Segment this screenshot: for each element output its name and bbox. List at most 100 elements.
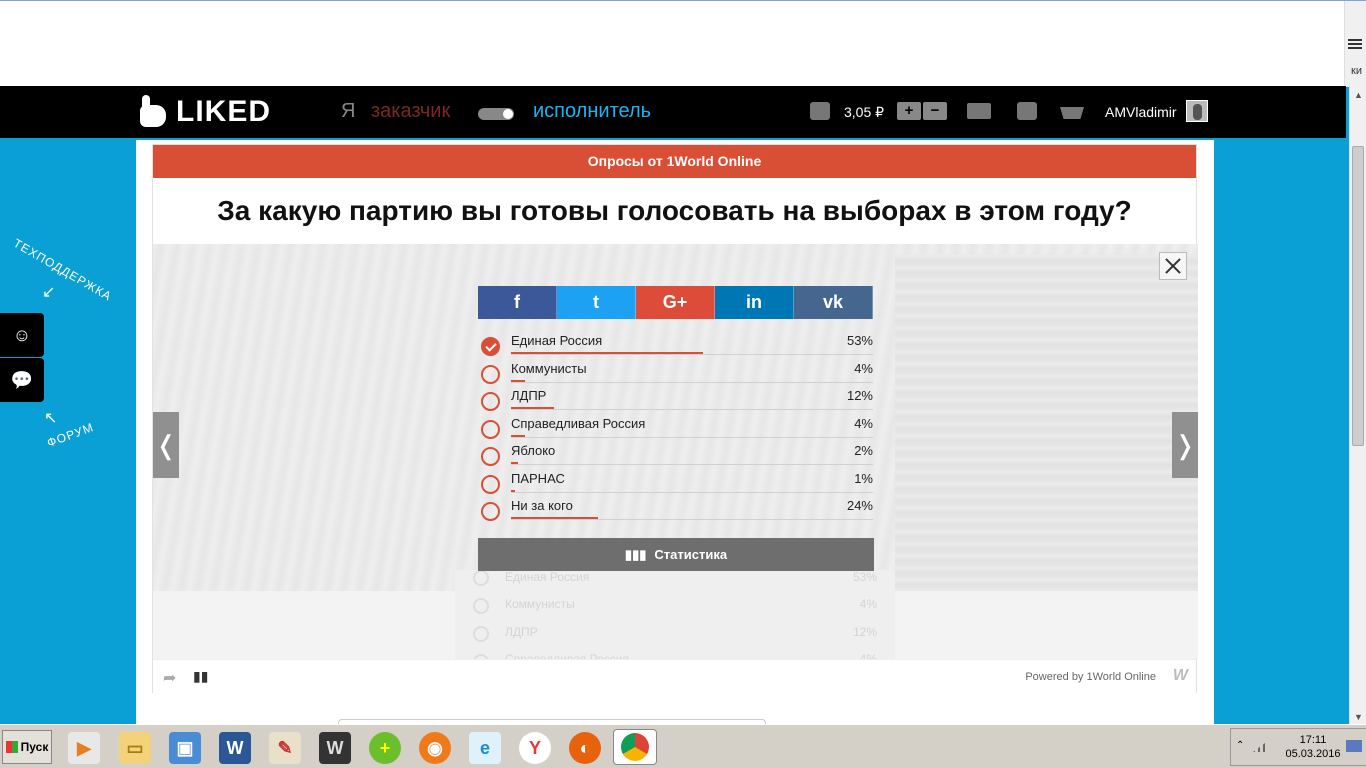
radio-icon[interactable] (481, 392, 500, 411)
logo-text: LIKED (176, 95, 271, 128)
site-logo[interactable]: LIKED (136, 92, 271, 132)
radio-icon[interactable] (481, 447, 500, 466)
scroll-up-icon[interactable]: ▲ (1354, 90, 1363, 100)
result-track (511, 491, 873, 493)
vk-icon[interactable]: vk (794, 286, 873, 319)
support-agent-icon: ☺ (12, 324, 32, 345)
result-bar (511, 379, 525, 382)
support-label: ТЕХПОДДЕРЖКА (11, 236, 115, 304)
result-track (511, 464, 873, 465)
media-player-icon[interactable]: ▶ (68, 732, 100, 764)
yandex-browser-icon[interactable]: Y (519, 732, 551, 764)
clock-date: 05.03.2016 (1285, 748, 1341, 760)
add-funds-button[interactable]: + (897, 102, 921, 120)
role-toggle[interactable] (478, 108, 514, 120)
stats-small-icon[interactable]: ▮▮ (193, 668, 208, 685)
add-icon[interactable]: + (369, 732, 401, 764)
share-bar: f t G+ in vk (478, 286, 873, 319)
role-executor-link[interactable]: исполнитель (533, 100, 651, 123)
google-plus-icon[interactable]: G+ (636, 286, 715, 319)
side-panel-text: ки (1351, 65, 1362, 77)
bag-icon[interactable] (1015, 101, 1041, 121)
oneworld-logo-icon[interactable]: W (1173, 667, 1188, 685)
result-pct: 53% (846, 333, 873, 348)
next-poll-button[interactable]: ❭ (1172, 412, 1198, 478)
result-label: Справедливая Россия (511, 415, 646, 431)
statistics-button[interactable]: ▮▮▮ Статистика (478, 538, 874, 571)
start-button[interactable]: Пуск (2, 730, 52, 764)
game-center-icon[interactable]: ◉ (419, 732, 451, 764)
paint-icon[interactable]: ✎ (269, 732, 301, 764)
result-bar (511, 407, 554, 409)
facebook-icon[interactable]: f (478, 286, 557, 319)
result-row[interactable]: Ни за кого 24% (478, 496, 873, 524)
result-track (511, 409, 873, 410)
result-row[interactable]: ПАРНАС 1% (478, 469, 873, 497)
powered-by-text[interactable]: Powered by 1World Online (1025, 671, 1156, 683)
result-bar (511, 489, 515, 492)
show-hidden-icons-icon[interactable]: ⌃ (1236, 740, 1244, 751)
start-label: Пуск (20, 740, 49, 754)
ghost-pct: 4% (859, 597, 877, 611)
ghost-label: Единая Россия (505, 570, 590, 584)
ghost-radio (473, 598, 489, 614)
result-pct: 4% (854, 415, 873, 431)
page-scrollbar[interactable]: ▲ ▼ (1349, 86, 1366, 724)
scroll-down-icon[interactable]: ▼ (1354, 712, 1363, 722)
menu-icon[interactable] (1348, 37, 1362, 51)
radio-icon[interactable] (481, 364, 500, 384)
poll-widget: Опросы от 1World Online За какую партию … (152, 144, 1198, 693)
result-track (511, 436, 873, 438)
show-desktop-icon[interactable] (1346, 740, 1362, 752)
parliament-photo-right (895, 254, 1198, 591)
ghost-radio (473, 626, 489, 642)
site-header: LIKED Я заказчик исполнитель 3,05 ₽ + − … (0, 86, 1346, 140)
result-row[interactable]: Коммунисты 4% (478, 359, 873, 387)
cart-icon[interactable] (1060, 101, 1086, 121)
withdraw-funds-button[interactable]: − (923, 102, 947, 120)
poll-footer: ➦ ▮▮ Powered by 1World Online W (153, 659, 1196, 693)
radio-icon[interactable] (481, 502, 500, 521)
ghost-pct: 12% (852, 625, 877, 639)
chrome-icon[interactable] (613, 729, 657, 765)
result-row[interactable]: ЛДПР 12% (478, 386, 873, 414)
browser-side-panel: ки (1344, 1, 1366, 87)
computer-icon[interactable]: ▣ (169, 732, 201, 764)
result-label: Яблоко (511, 443, 556, 458)
twitter-icon[interactable]: t (557, 286, 636, 319)
result-row[interactable]: Единая Россия 53% (478, 331, 873, 359)
bar-chart-icon: ▮▮▮ (624, 547, 647, 562)
linkedin-icon[interactable]: in (715, 286, 794, 319)
firefox-icon[interactable]: ◐ (569, 732, 601, 764)
result-pct: 1% (854, 470, 873, 486)
folder-icon[interactable]: ▭ (119, 732, 151, 764)
forum-button[interactable]: 💬 (0, 358, 44, 402)
mail-icon[interactable] (967, 101, 993, 121)
result-row[interactable]: Справедливая Россия 4% (478, 414, 873, 442)
result-row[interactable]: Яблоко 2% (478, 441, 873, 469)
statistics-label: Статистика (654, 547, 728, 562)
scroll-thumb[interactable] (1352, 146, 1364, 446)
avatar[interactable] (1186, 100, 1208, 122)
result-track (511, 381, 873, 383)
result-track (511, 519, 873, 520)
result-pct: 24% (846, 498, 873, 513)
share-arrow-icon[interactable]: ➦ (163, 668, 176, 688)
word-icon[interactable]: W (219, 732, 251, 764)
role-customer-link[interactable]: заказчик (371, 100, 450, 123)
poll-results: Единая Россия 53% Коммунисты 4% ЛДПР 12%… (478, 331, 873, 524)
internet-explorer-icon[interactable]: e (469, 732, 501, 764)
radio-icon[interactable] (481, 419, 500, 439)
result-pct: 12% (846, 388, 873, 403)
result-bar (511, 517, 598, 519)
radio-icon[interactable] (481, 337, 500, 356)
support-button[interactable]: ☺ (0, 313, 44, 357)
username[interactable]: AMVladimir (1105, 104, 1177, 120)
radio-icon[interactable] (481, 474, 500, 494)
result-pct: 4% (854, 360, 873, 376)
close-icon[interactable] (1159, 252, 1187, 280)
taskbar-clock[interactable]: 17:11 05.03.2016 (1285, 733, 1341, 761)
forum-arrow-icon: ↖ (44, 410, 58, 427)
world-of-tanks-icon[interactable]: W (319, 732, 351, 764)
prev-poll-button[interactable]: ❬ (153, 412, 179, 478)
